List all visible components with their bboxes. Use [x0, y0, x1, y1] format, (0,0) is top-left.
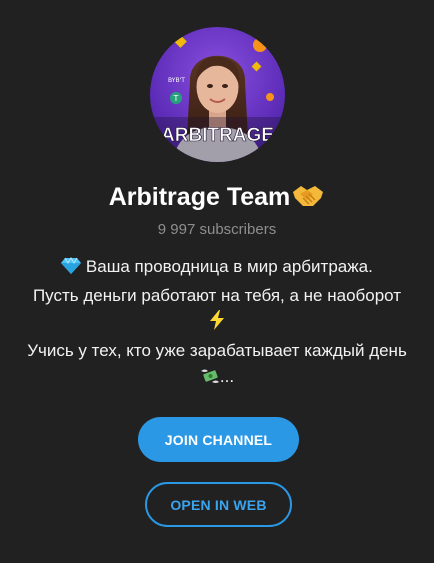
- gem-icon: [61, 257, 82, 283]
- bybit-logo-icon: BYB'T: [168, 77, 185, 84]
- money-with-wings-icon: [200, 367, 220, 393]
- svg-text:T: T: [173, 94, 179, 103]
- description-line-3: [0, 309, 434, 338]
- join-channel-button[interactable]: JOIN CHANNEL: [138, 417, 299, 462]
- subscriber-count: 9 997 subscribers: [157, 221, 277, 238]
- description-line-1: Ваша проводница в мир арбитража.: [0, 254, 434, 283]
- avatar-caption: ARBITRAGE: [161, 125, 274, 146]
- channel-title-row: Arbitrage Team: [0, 179, 434, 218]
- channel-avatar: T BYB'T ARBITRAGE: [150, 27, 285, 162]
- lightning-icon: [209, 310, 225, 338]
- handshake-icon: [291, 182, 325, 218]
- description-line-4: Учись у тех, кто уже зарабатывает каждый…: [27, 341, 407, 360]
- description-line-5: ...: [0, 364, 434, 393]
- description-line-2: Пусть деньги работают на тебя, а не наоб…: [32, 286, 402, 305]
- channel-title: Arbitrage Team: [108, 183, 291, 211]
- channel-description: Ваша проводница в мир арбитража. Пусть д…: [0, 254, 434, 393]
- channel-card: T BYB'T ARBITRAGE Arbitrage Team 9 997 s…: [0, 0, 434, 563]
- bitcoin-coin-icon: [253, 38, 267, 52]
- open-in-web-button[interactable]: OPEN IN WEB: [145, 482, 292, 527]
